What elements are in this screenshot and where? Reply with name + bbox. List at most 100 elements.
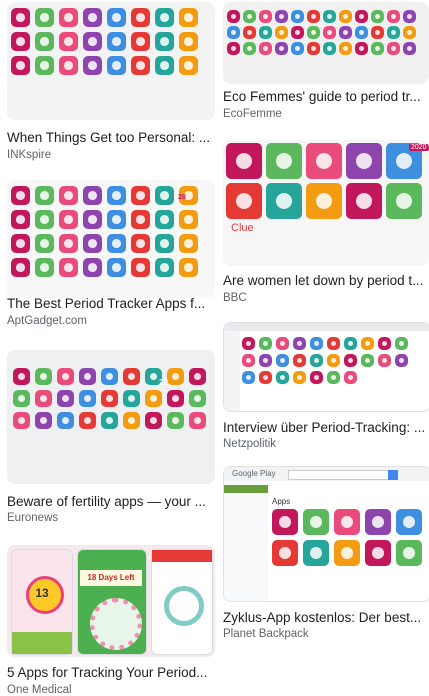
app-icon: [334, 509, 360, 535]
app-icon: [361, 354, 374, 367]
app-icon: [227, 10, 240, 23]
result-title[interactable]: Interview über Period-Tracking: ...: [223, 420, 429, 435]
phone-screen-tracker: [151, 549, 213, 655]
result-card-bbc[interactable]: Clue 2020 Are women let down by period t…: [223, 140, 429, 310]
result-thumbnail[interactable]: Clue 2020: [223, 140, 429, 266]
result-card-onemedical[interactable]: 13 18 Days Left 5 Apps for Tracking Your…: [7, 545, 215, 696]
result-thumbnail[interactable]: Google Play Apps: [223, 466, 429, 602]
app-icon: [167, 368, 184, 385]
app-icon: [227, 42, 240, 55]
app-icon-glyph: [390, 13, 397, 20]
app-icon: [11, 8, 30, 27]
app-icon: [83, 8, 102, 27]
result-card-netzpolitik[interactable]: Interview über Period-Tracking: ... Netz…: [223, 322, 429, 456]
app-icon-glyph: [342, 29, 349, 36]
result-title[interactable]: Beware of fertility apps — your ...: [7, 494, 215, 509]
app-icon: [13, 390, 30, 407]
app-icon: [35, 390, 52, 407]
app-icon: [35, 234, 54, 253]
app-icon-glyph: [16, 37, 25, 46]
app-icon: [395, 337, 408, 350]
app-icon-glyph: [149, 416, 158, 425]
year-badge: 2020: [409, 144, 429, 151]
app-icon-glyph: [83, 394, 92, 403]
app-icon-glyph: [347, 340, 354, 347]
app-icon-glyph: [294, 13, 301, 20]
app-icon-glyph: [40, 61, 49, 70]
tracker-header: [152, 550, 212, 562]
app-icon-glyph: [40, 215, 49, 224]
app-icon: [259, 354, 272, 367]
app-icon: [59, 186, 78, 205]
app-icon-grid: [13, 368, 213, 434]
result-thumbnail[interactable]: [7, 2, 215, 120]
app-icon-glyph: [88, 37, 97, 46]
app-icon: [83, 234, 102, 253]
app-icon-glyph: [278, 45, 285, 52]
app-icon-glyph: [342, 13, 349, 20]
result-title[interactable]: Eco Femmes' guide to period tr...: [223, 89, 429, 104]
app-icon: [59, 56, 78, 75]
app-icon: [35, 186, 54, 205]
app-icon-glyph: [310, 13, 317, 20]
app-icon-glyph: [171, 372, 180, 381]
app-icon: [259, 26, 272, 39]
result-thumbnail[interactable]: [223, 2, 429, 84]
app-icon-glyph: [184, 215, 193, 224]
app-icon: [403, 26, 416, 39]
app-icon: [386, 183, 422, 219]
app-icon-glyph: [403, 547, 415, 559]
app-icon: [155, 32, 174, 51]
app-icon: [83, 186, 102, 205]
app-icon: [107, 186, 126, 205]
browser-bar: [224, 323, 429, 331]
countdown-banner: 18 Days Left: [80, 570, 142, 586]
app-icon-glyph: [105, 394, 114, 403]
phone-screen-cycle: 13: [11, 549, 73, 655]
app-icon-glyph: [88, 191, 97, 200]
app-icon-glyph: [230, 29, 237, 36]
result-thumbnail[interactable]: 28: [7, 350, 215, 484]
result-title[interactable]: 5 Apps for Tracking Your Period...: [7, 665, 215, 680]
app-icon-glyph: [61, 394, 70, 403]
app-icon: [155, 186, 174, 205]
app-icon-glyph: [313, 357, 320, 364]
app-icon-grid: [226, 143, 429, 223]
app-icon: [272, 509, 298, 535]
result-card-ecofemme[interactable]: Eco Femmes' guide to period tr... EcoFem…: [223, 2, 429, 132]
result-thumbnail[interactable]: [223, 322, 429, 412]
app-icon: [107, 32, 126, 51]
result-title[interactable]: The Best Period Tracker Apps f...: [7, 296, 215, 311]
result-title[interactable]: Zyklus-App kostenlos: Der best...: [223, 610, 429, 625]
result-thumbnail[interactable]: 28: [7, 180, 215, 298]
app-icon: [266, 183, 302, 219]
app-icon-glyph: [245, 374, 252, 381]
app-icon: [13, 368, 30, 385]
result-card-inkspire[interactable]: When Things Get too Personal: ... INKspi…: [7, 2, 215, 162]
app-icon: [155, 210, 174, 229]
app-icon-glyph: [136, 191, 145, 200]
result-source: Netzpolitik: [223, 438, 277, 450]
app-icon: [242, 371, 255, 384]
result-title[interactable]: Are women let down by period t...: [223, 273, 429, 288]
result-thumbnail[interactable]: 13 18 Days Left: [7, 545, 215, 657]
result-card-euronews[interactable]: 28 Beware of fertility apps — your ... E…: [7, 350, 215, 530]
app-icon: [83, 258, 102, 277]
result-title[interactable]: When Things Get too Personal: ...: [7, 130, 215, 145]
result-card-planetbackpack[interactable]: Google Play Apps Zyklus-App kostenlos: D…: [223, 466, 429, 646]
app-icon-glyph: [64, 13, 73, 22]
flower-decoration: [12, 632, 72, 654]
app-icon: [167, 412, 184, 429]
app-icon-glyph: [136, 37, 145, 46]
result-card-aptgadget[interactable]: 28 The Best Period Tracker Apps f... Apt…: [7, 180, 215, 330]
app-icon: [346, 183, 382, 219]
app-icon-glyph: [330, 357, 337, 364]
app-icon: [107, 56, 126, 75]
app-icon-glyph: [64, 215, 73, 224]
app-icon: [35, 56, 54, 75]
app-icon-glyph: [406, 45, 413, 52]
tracker-ring: [164, 586, 204, 626]
result-source: BBC: [223, 292, 247, 304]
app-icon: [396, 540, 422, 566]
app-icon-glyph: [262, 374, 269, 381]
